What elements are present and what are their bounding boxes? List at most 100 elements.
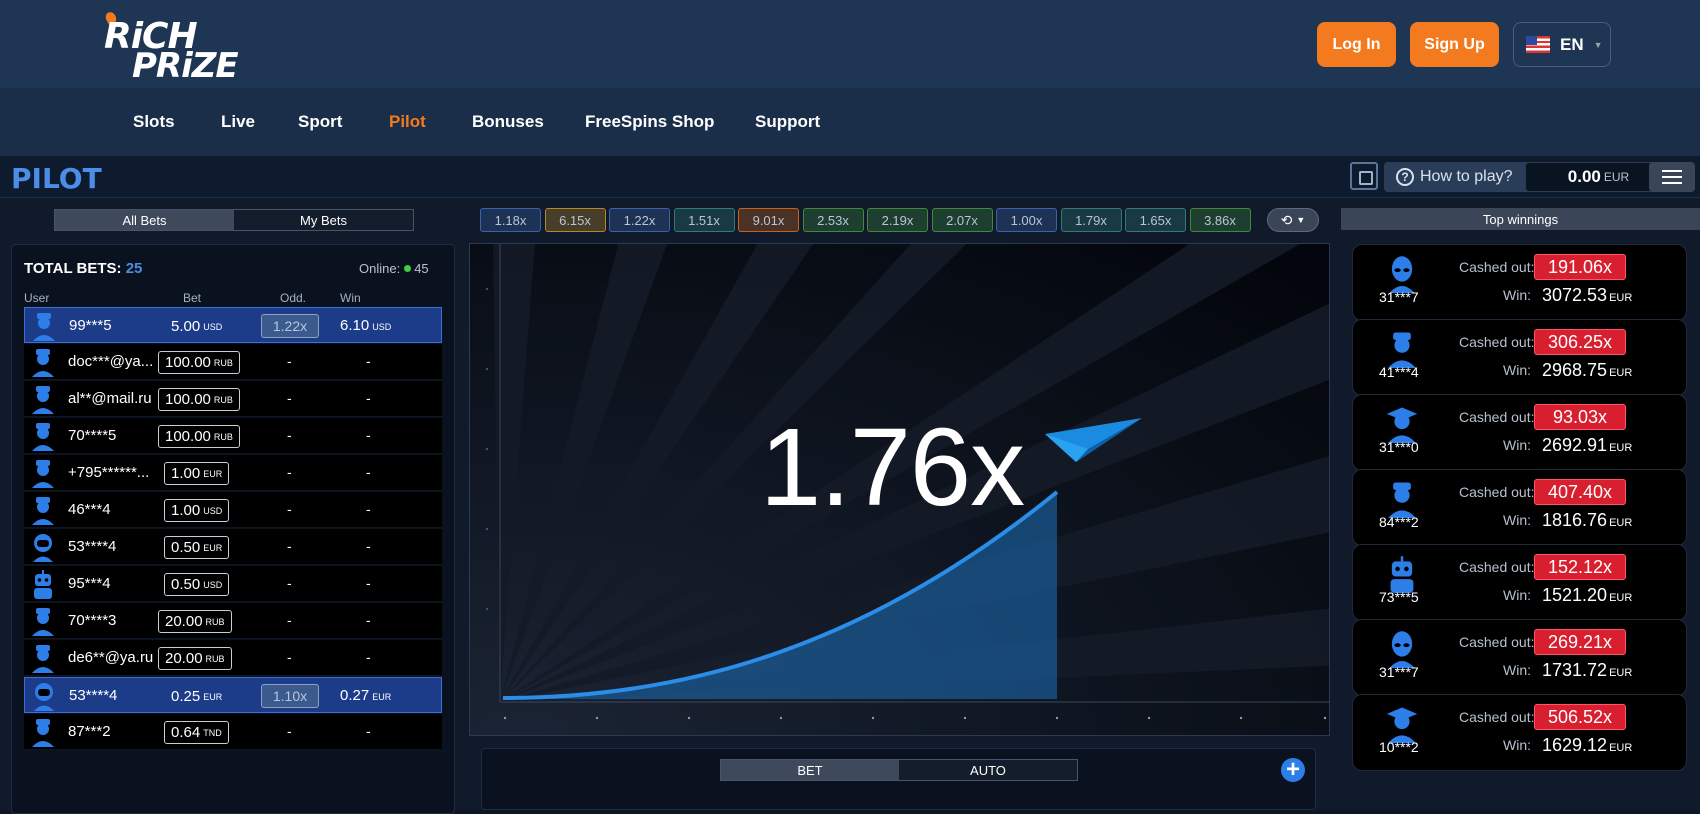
bet-amount: 5.00 USD xyxy=(165,315,228,338)
bet-win: - xyxy=(366,612,371,628)
history-multiplier[interactable]: 2.53x xyxy=(802,208,864,232)
nav-item-bonuses[interactable]: Bonuses xyxy=(472,112,544,132)
history-multiplier[interactable]: 1.65x xyxy=(1125,208,1186,232)
bet-amount: 1.00 EUR xyxy=(164,462,230,485)
bets-tab-switch: All Bets My Bets xyxy=(54,209,414,231)
history-multiplier[interactable]: 6.15x xyxy=(544,208,606,232)
bet-odd: - xyxy=(287,353,292,369)
site-logo[interactable]: RiCH PRiZE xyxy=(103,10,244,86)
win-currency: EUR xyxy=(1609,442,1633,454)
police-icon xyxy=(28,606,58,636)
bet-user: al**@mail.ru xyxy=(68,390,152,407)
bet-row: 87***2 0.64 TND - - xyxy=(24,714,442,750)
history-multiplier[interactable]: 9.01x xyxy=(738,208,799,232)
chevron-down-icon: ▼ xyxy=(1296,215,1306,225)
history-multiplier[interactable]: 2.07x xyxy=(931,208,993,232)
tab-auto[interactable]: AUTO xyxy=(899,760,1077,780)
robot-icon xyxy=(1383,555,1421,593)
bet-win: - xyxy=(366,575,371,591)
bets-panel: All Bets My Bets TOTAL BETS: 25 Online: 4… xyxy=(0,198,462,814)
flight-canvas: 1.76x xyxy=(469,243,1330,736)
win-value: 0.27 xyxy=(340,687,370,704)
win-amount-value: 1816.76 xyxy=(1542,510,1608,530)
tab-my-bets[interactable]: My Bets xyxy=(234,210,413,230)
bet-value: 0.50 xyxy=(171,539,201,556)
bet-currency: RUB xyxy=(205,653,225,664)
history-multiplier[interactable]: 1.22x xyxy=(609,208,670,232)
bet-user: +795******... xyxy=(68,464,150,481)
col-header-user: User xyxy=(24,291,50,305)
bet-currency: TND xyxy=(203,727,222,738)
balance-currency: EUR xyxy=(1603,170,1630,184)
history-multiplier[interactable]: 1.18x xyxy=(480,208,541,232)
login-button[interactable]: Log In xyxy=(1317,22,1396,67)
bet-user: 99***5 xyxy=(69,317,112,334)
bet-amount: 0.50 EUR xyxy=(164,536,230,559)
winner-user: 73***5 xyxy=(1379,589,1419,605)
nav-item-sport[interactable]: Sport xyxy=(298,112,342,132)
win-amount: 2968.75 EUR xyxy=(1542,360,1632,381)
history-multiplier[interactable]: 2.19x xyxy=(867,208,928,232)
nav-item-slots[interactable]: Slots xyxy=(133,112,175,132)
bet-user: 53****4 xyxy=(68,538,117,555)
fullscreen-icon[interactable] xyxy=(1350,162,1378,190)
win-currency: EUR xyxy=(1609,292,1633,304)
bet-amount: 0.50 USD xyxy=(164,573,230,596)
multiplier-history: 1.18x 6.15x 1.22x 1.51x 9.01x 2.53x 2.19x 2.07x… xyxy=(480,208,1254,232)
us-flag-icon xyxy=(1526,36,1550,53)
history-multiplier[interactable]: 1.79x xyxy=(1060,208,1122,232)
doctor-icon xyxy=(28,347,58,377)
bet-odd: 1.22x xyxy=(261,314,319,338)
cashed-out-label: Cashed out: xyxy=(1459,559,1535,575)
nav-item-support[interactable]: Support xyxy=(755,112,820,132)
add-bet-panel-icon[interactable]: + xyxy=(1281,758,1305,782)
bet-currency: RUB xyxy=(205,616,225,627)
how-to-play-label: How to play? xyxy=(1420,168,1513,185)
history-toggle-button[interactable]: ⟲ ▼ xyxy=(1267,208,1319,232)
history-multiplier[interactable]: 3.86x xyxy=(1189,208,1251,232)
language-selector[interactable]: EN ▼ xyxy=(1513,22,1611,67)
bet-value: 100.00 xyxy=(165,391,211,408)
graduate-icon xyxy=(1383,705,1421,743)
how-to-play-button[interactable]: ? How to play? xyxy=(1384,162,1548,192)
win-amount-value: 2692.91 xyxy=(1542,435,1608,455)
robot-icon xyxy=(28,569,58,599)
win-currency: EUR xyxy=(1609,667,1633,679)
bet-row: 53****4 0.25 EUR 1.10x 0.27 EUR xyxy=(24,677,442,713)
cashed-out-multiplier: 506.52x xyxy=(1534,704,1626,730)
bet-user: 87***2 xyxy=(68,723,111,740)
bet-value: 1.00 xyxy=(171,465,201,482)
top-winning-card: 31***7 Cashed out: 269.21x Win: 1731.72 E… xyxy=(1352,619,1687,696)
history-multiplier[interactable]: 1.51x xyxy=(673,208,735,232)
tab-bet[interactable]: BET xyxy=(721,760,899,780)
top-winning-card: 31***7 Cashed out: 191.06x Win: 3072.53 E… xyxy=(1352,244,1687,321)
history-multiplier[interactable]: 1.00x xyxy=(996,208,1057,232)
bet-odd: - xyxy=(287,723,292,739)
bet-amount: 20.00 RUB xyxy=(158,647,232,670)
winner-user: 31***7 xyxy=(1379,289,1419,305)
win-currency: EUR xyxy=(372,692,392,702)
signup-button[interactable]: Sign Up xyxy=(1410,22,1499,67)
tab-all-bets[interactable]: All Bets xyxy=(55,210,234,230)
bet-win: - xyxy=(366,427,371,443)
online-label: Online: xyxy=(359,261,401,276)
winner-user: 41***4 xyxy=(1379,364,1419,380)
hamburger-menu-icon[interactable] xyxy=(1649,162,1695,192)
nav-item-pilot[interactable]: Pilot xyxy=(389,112,426,132)
bet-row: 99***5 5.00 USD 1.22x 6.10 USD xyxy=(24,307,442,343)
bet-odd: - xyxy=(287,390,292,406)
bet-odd: - xyxy=(287,464,292,480)
bet-user: 46***4 xyxy=(68,501,111,518)
bets-list: TOTAL BETS: 25 Online: 45 User Bet Odd. W… xyxy=(11,244,455,814)
top-winning-card: 31***0 Cashed out: 93.03x Win: 2692.91 EU… xyxy=(1352,394,1687,471)
bet-user: doc***@ya... xyxy=(68,353,154,370)
col-header-win: Win xyxy=(340,291,361,305)
win-currency: EUR xyxy=(1609,367,1633,379)
total-bets-value: 25 xyxy=(125,260,143,277)
nav-item-freespins-shop[interactable]: FreeSpins Shop xyxy=(585,112,714,132)
bet-value: 0.25 xyxy=(171,688,201,705)
alien-icon xyxy=(1383,255,1421,293)
logo-text-line2: PRiZE xyxy=(132,46,239,86)
total-bets-label: TOTAL BETS xyxy=(24,260,117,277)
nav-item-live[interactable]: Live xyxy=(221,112,255,132)
